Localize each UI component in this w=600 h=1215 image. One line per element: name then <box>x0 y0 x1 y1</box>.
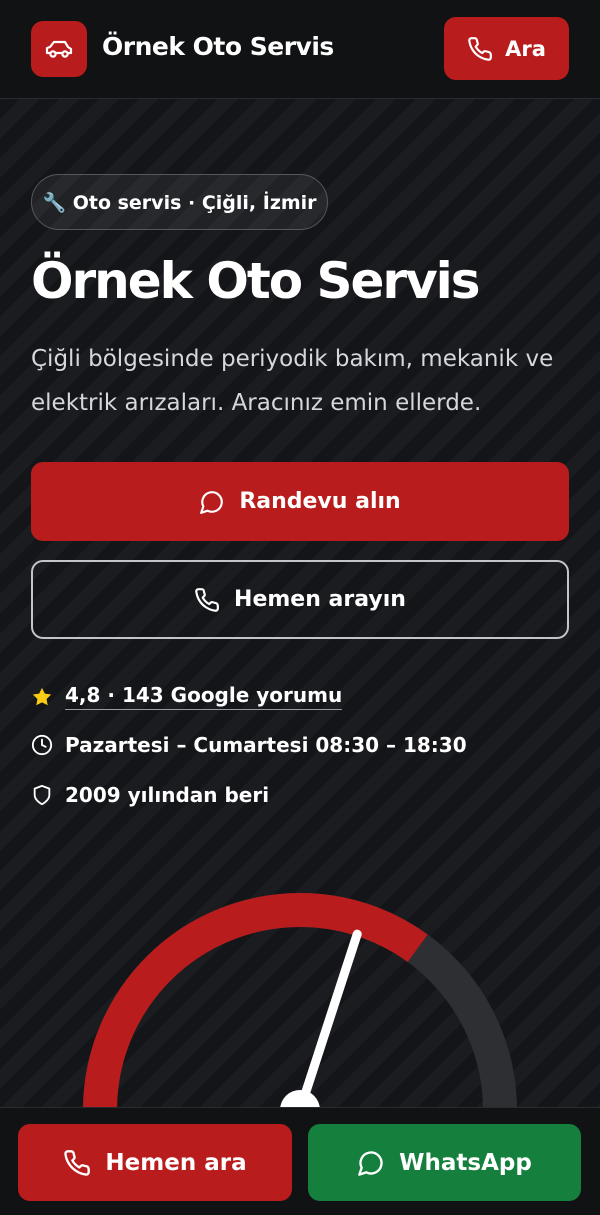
location-badge-label: 🔧 Oto servis · Çiğli, İzmir <box>42 191 317 214</box>
whatsapp-button[interactable]: WhatsApp <box>308 1124 581 1201</box>
whatsapp-label: WhatsApp <box>399 1149 532 1176</box>
phone-icon <box>64 1149 91 1176</box>
call-now-button[interactable]: Hemen arayın <box>31 560 569 639</box>
brand-name[interactable]: Örnek Oto Servis <box>102 32 334 61</box>
book-appointment-label: Randevu alın <box>239 489 401 514</box>
hero-description: Çiğli bölgesinde periyodik bakım, mekani… <box>31 346 554 416</box>
bottom-call-label: Hemen ara <box>105 1149 247 1176</box>
gauge-track <box>83 893 517 1111</box>
rating-link[interactable]: 4,8 · 143 Google yorumu <box>65 683 343 710</box>
phone-icon <box>468 36 493 61</box>
since-text: 2009 yılından beri <box>65 783 270 807</box>
call-now-label: Hemen arayın <box>234 587 406 612</box>
star-icon <box>32 687 52 705</box>
speedometer-gauge <box>83 892 517 1120</box>
whatsapp-icon <box>358 1150 383 1176</box>
car-icon <box>45 40 73 58</box>
phone-icon <box>195 587 219 612</box>
hours-text: Pazartesi – Cumartesi 08:30 – 18:30 <box>65 733 467 757</box>
chat-icon <box>200 490 224 514</box>
hours-row: Pazartesi – Cumartesi 08:30 – 18:30 <box>31 733 467 757</box>
page-title: Örnek Oto Servis <box>31 252 481 310</box>
bottom-call-button[interactable]: Hemen ara <box>18 1124 292 1201</box>
logo[interactable] <box>31 21 87 77</box>
book-appointment-button[interactable]: Randevu alın <box>31 462 569 541</box>
rating-row[interactable]: 4,8 · 143 Google yorumu <box>31 683 343 710</box>
gauge-needle <box>295 929 362 1115</box>
site-header: Örnek Oto Servis Ara <box>0 0 600 99</box>
header-call-button[interactable]: Ara <box>444 17 569 80</box>
shield-icon <box>33 784 51 806</box>
location-badge: 🔧 Oto servis · Çiğli, İzmir <box>31 174 328 230</box>
bottom-action-bar: Hemen ara WhatsApp <box>0 1107 600 1215</box>
header-call-label: Ara <box>505 36 546 61</box>
since-row: 2009 yılından beri <box>31 783 269 807</box>
gauge-fill <box>83 892 428 1111</box>
clock-icon <box>31 734 53 756</box>
